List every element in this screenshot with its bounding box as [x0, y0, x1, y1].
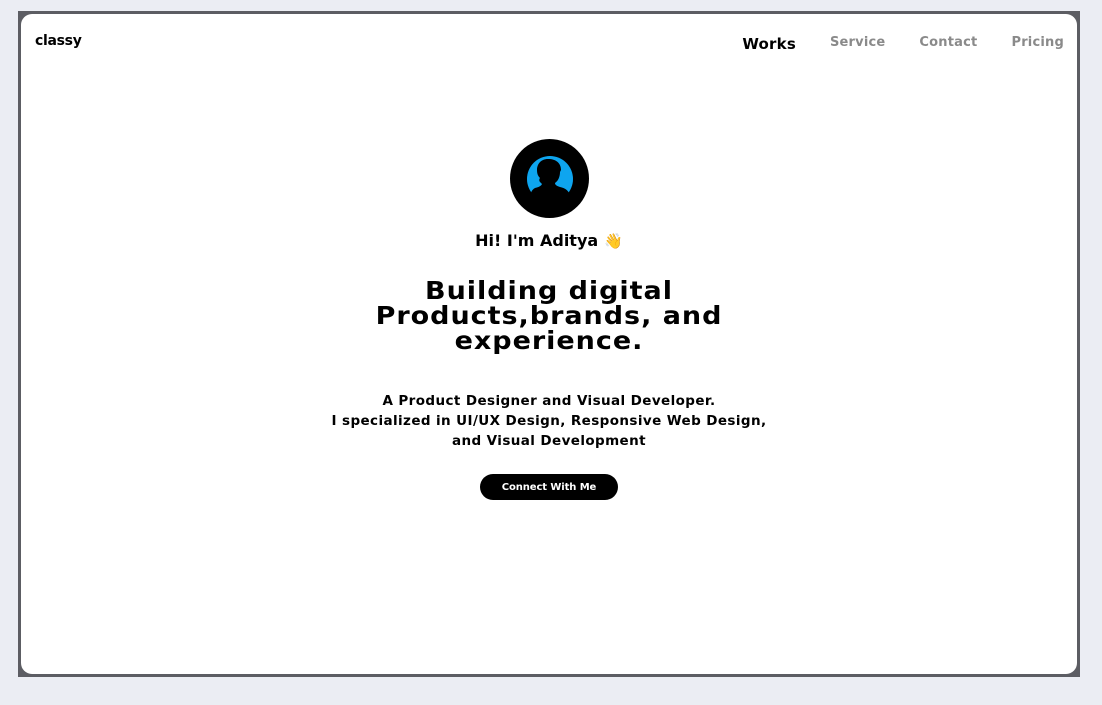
- person-silhouette-icon: [526, 156, 573, 209]
- connect-button[interactable]: Connect With Me: [480, 474, 618, 500]
- headline-line-3: experience.: [454, 326, 644, 355]
- description-line-2: I specialized in UI/UX Design, Responsiv…: [331, 413, 767, 429]
- page: classy Works Service Contact Pricing Hi!…: [21, 14, 1077, 674]
- description: A Product Designer and Visual Developer.…: [21, 391, 1077, 451]
- description-line-1: A Product Designer and Visual Developer.: [382, 393, 716, 409]
- nav-pricing[interactable]: Pricing: [1011, 35, 1064, 50]
- nav-contact[interactable]: Contact: [919, 35, 977, 50]
- greeting-text: Hi! I'm Aditya: [475, 231, 599, 250]
- brand-logo[interactable]: classy: [35, 33, 82, 49]
- wave-emoji: 👋: [604, 231, 623, 250]
- greeting: Hi! I'm Aditya 👋: [21, 231, 1077, 250]
- nav-works[interactable]: Works: [742, 35, 796, 53]
- hero-section: Hi! I'm Aditya 👋 Building digital Produc…: [21, 139, 1077, 500]
- avatar: [509, 139, 589, 218]
- headline: Building digital Products,brands, and ex…: [301, 278, 798, 353]
- nav-service[interactable]: Service: [830, 35, 885, 50]
- description-line-3: and Visual Development: [452, 433, 646, 449]
- headline-line-1: Building digital: [425, 276, 673, 305]
- headline-line-2: Products,brands, and: [375, 301, 723, 330]
- nav-bar: Works Service Contact Pricing: [708, 32, 1064, 53]
